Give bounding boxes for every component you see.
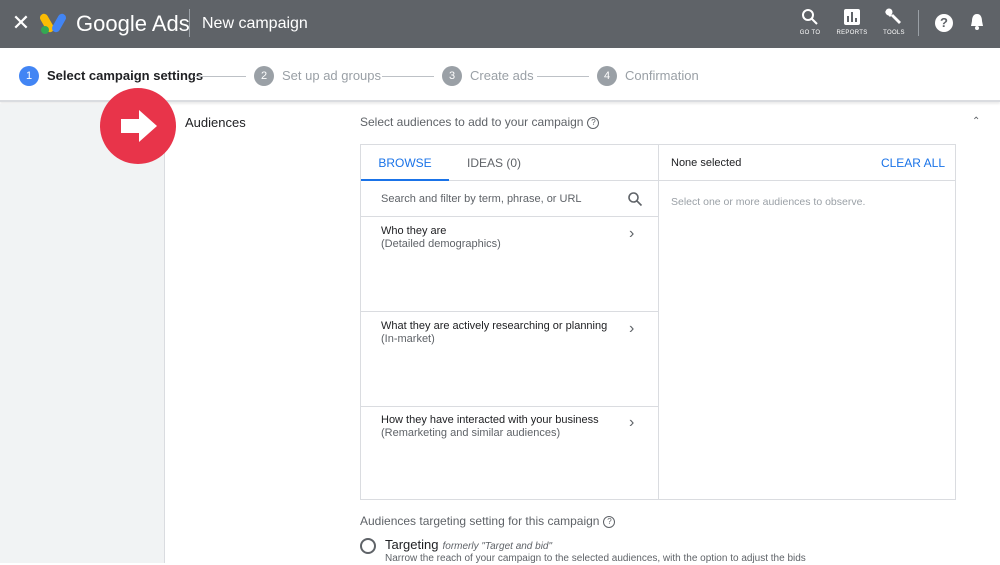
goto-label: GO TO [799,30,821,36]
step-number: 2 [254,66,274,86]
tab-ideas-label: IDEAS [466,156,503,170]
chevron-right-icon: › [629,225,635,242]
targeting-radio[interactable] [360,538,376,554]
chevron-right-icon: › [629,414,635,431]
reports-button[interactable]: REPORTS [832,6,872,44]
collapse-icon[interactable]: ⌃ [972,116,980,127]
clear-all-button[interactable]: CLEAR ALL [881,155,945,171]
search-icon [802,9,818,25]
tools-label: TOOLS [883,30,905,36]
category-title: Who they are [381,225,447,237]
bar-chart-icon [844,9,860,25]
category-subtitle: (Detailed demographics) [381,238,501,250]
step-label: Select campaign settings [47,68,204,83]
step-number: 4 [597,66,617,86]
targeting-option-description: Narrow the reach of your campaign to the… [385,553,806,564]
tab-ideas-count: (0) [506,156,522,170]
tools-button[interactable]: TOOLS [874,6,914,44]
divider [189,9,190,37]
reports-label: REPORTS [836,30,868,36]
search-placeholder: Search and filter by term, phrase, or UR… [381,193,582,205]
targeting-setting-title: Audiences targeting setting for this cam… [360,513,616,529]
step-connector [537,76,589,77]
selection-hint: Select one or more audiences to observe. [671,196,866,208]
step-number: 3 [442,66,462,86]
help-icon[interactable]: ? [935,14,953,32]
search-input[interactable]: Search and filter by term, phrase, or UR… [361,181,659,217]
tab-bar: BROWSE IDEAS (0) [361,145,659,181]
audience-browser: BROWSE IDEAS (0) Search and filter by te… [361,145,659,499]
list-item[interactable]: Who they are (Detailed demographics) › [361,217,659,312]
wrench-icon [885,8,901,24]
step-label: Confirmation [625,68,699,83]
brand-name: Google Ads [76,11,190,36]
step-number: 1 [19,66,39,86]
step-connector [194,76,246,77]
arrow-right-icon [100,88,176,164]
notifications-icon[interactable] [970,13,984,31]
top-app-bar: ✕ Google Ads New campaign GO TO REPORTS [0,0,1000,48]
close-icon[interactable]: ✕ [10,12,32,34]
help-circle-icon[interactable]: ? [587,116,600,129]
selected-header: None selected CLEAR ALL [659,145,955,181]
selection-status: None selected [671,157,742,169]
selected-audiences: None selected CLEAR ALL Select one or mo… [659,145,955,499]
search-icon[interactable] [627,191,643,207]
left-panel [0,104,165,563]
step-label: Set up ad groups [282,68,382,83]
list-item[interactable]: How they have interacted with your busin… [361,406,659,501]
goto-button[interactable]: GO TO [790,6,830,44]
section-title: Audiences [185,115,246,130]
google-ads-logo [40,11,68,35]
chevron-right-icon: › [629,320,635,337]
section-instruction: Select audiences to add to your campaign… [360,114,600,130]
tab-ideas[interactable]: IDEAS (0) [459,145,529,181]
divider [918,10,919,36]
category-title: What they are actively researching or pl… [381,320,608,332]
targeting-option-note: formerly "Target and bid" [442,541,553,552]
targeting-title-text: Audiences targeting setting for this cam… [360,514,600,528]
instruction-text: Select audiences to add to your campaign [360,115,584,129]
category-title: How they have interacted with your busin… [381,414,599,426]
list-item[interactable]: What they are actively researching or pl… [361,312,659,407]
audience-picker: BROWSE IDEAS (0) Search and filter by te… [360,144,956,500]
page-title: New campaign [202,15,308,32]
category-subtitle: (Remarketing and similar audiences) [381,427,561,439]
step-connector [382,76,434,77]
help-circle-icon[interactable]: ? [603,515,616,528]
step-label: Create ads [470,68,534,83]
category-subtitle: (In-market) [381,333,435,345]
targeting-option-label: Targeting [385,537,439,552]
tab-browse[interactable]: BROWSE [361,145,449,181]
